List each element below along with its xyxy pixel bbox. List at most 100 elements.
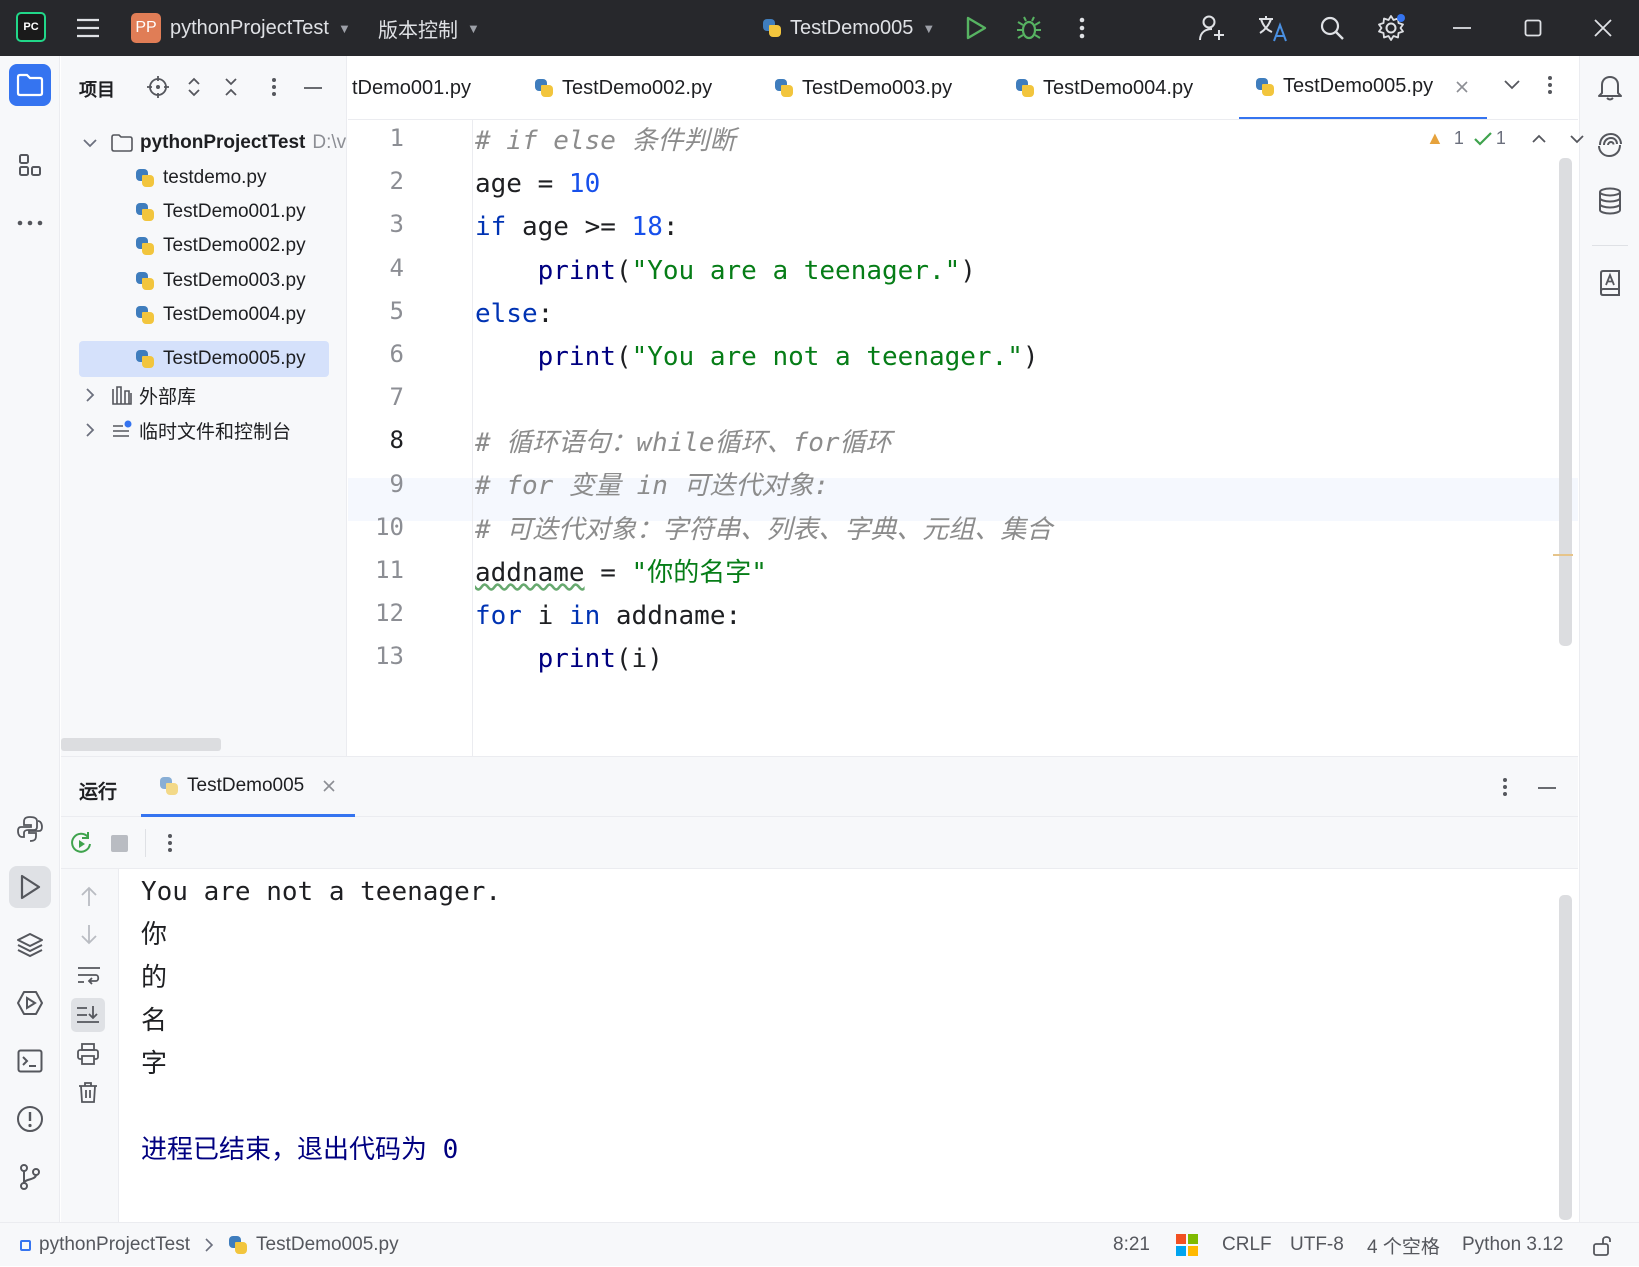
project-tool-button[interactable] xyxy=(9,64,51,106)
caret-position[interactable]: 8:21 xyxy=(1113,1223,1150,1267)
console-scrollbar[interactable] xyxy=(1559,895,1572,1220)
panel-options-icon[interactable] xyxy=(271,77,277,97)
notifications-bell-icon[interactable] xyxy=(1589,66,1631,108)
line-number: 13 xyxy=(375,642,404,671)
tree-file-selected[interactable]: TestDemo005.py xyxy=(135,341,306,377)
maximize-window-icon[interactable] xyxy=(1519,14,1547,42)
pycharm-logo-icon[interactable]: PC xyxy=(16,12,46,42)
tree-file[interactable]: testdemo.py xyxy=(135,160,267,196)
rerun-icon[interactable] xyxy=(69,831,93,855)
chevron-down-icon[interactable] xyxy=(1570,134,1584,144)
close-window-icon[interactable] xyxy=(1589,14,1617,42)
hide-run-panel-icon[interactable] xyxy=(1537,786,1557,790)
collapse-all-icon[interactable] xyxy=(224,76,238,98)
run-options-icon[interactable] xyxy=(1502,777,1508,797)
indent-setting[interactable]: 4 个空格 xyxy=(1367,1223,1440,1267)
console-output[interactable]: You are not a teenager. 你 的 名 字 进程已结束，退出… xyxy=(141,869,1561,1222)
code-identifier: addname xyxy=(475,558,585,588)
editor-tab[interactable]: TestDemo002.py xyxy=(534,56,712,119)
tabs-options-icon[interactable] xyxy=(1547,75,1553,95)
documentation-icon[interactable] xyxy=(1589,262,1631,304)
editor-tab[interactable]: TestDemo004.py xyxy=(1015,56,1194,119)
debug-button[interactable] xyxy=(1015,14,1043,42)
tree-root-project[interactable]: pythonProjectTest D:\v xyxy=(83,125,346,161)
project-switcher[interactable]: PP pythonProjectTest ▼ xyxy=(131,0,351,56)
editor-tab[interactable]: tDemo001.py xyxy=(352,56,471,119)
add-user-icon[interactable] xyxy=(1198,14,1226,42)
error-stripe-marker[interactable] xyxy=(1553,554,1573,556)
tree-file[interactable]: TestDemo001.py xyxy=(135,194,306,230)
run-panel-header: 运行 TestDemo005 xyxy=(61,757,1578,817)
search-icon[interactable] xyxy=(1318,14,1346,42)
horizontal-scrollbar[interactable] xyxy=(61,738,221,751)
git-tool-icon[interactable] xyxy=(9,1156,51,1198)
scroll-down-icon[interactable] xyxy=(80,924,98,946)
folder-icon xyxy=(111,134,133,152)
line-ending[interactable]: CRLF xyxy=(1222,1223,1272,1267)
ai-assistant-icon[interactable] xyxy=(1589,124,1631,166)
title-bar: PC PP pythonProjectTest ▼ 版本控制 ▼ TestDem… xyxy=(0,0,1639,56)
editor-tab[interactable]: TestDemo003.py xyxy=(774,56,952,119)
inspection-widget[interactable]: ▲ 1 1 xyxy=(1426,128,1584,149)
services-tool-icon[interactable] xyxy=(9,982,51,1024)
terminal-tool-icon[interactable] xyxy=(9,1040,51,1082)
problems-tool-icon[interactable] xyxy=(9,1098,51,1140)
run-tab[interactable]: TestDemo005 xyxy=(141,757,355,817)
run-tool-button[interactable] xyxy=(9,866,51,908)
main-menu-icon[interactable] xyxy=(74,14,102,42)
clear-trash-icon[interactable] xyxy=(78,1081,98,1103)
run-toolbar-more-icon[interactable] xyxy=(167,833,173,853)
close-tab-icon[interactable] xyxy=(322,779,336,793)
read-only-lock-icon[interactable] xyxy=(1592,1223,1612,1267)
scroll-to-end-button[interactable] xyxy=(71,998,105,1032)
code-comment: # 循环语句：while循环、for循环 xyxy=(475,428,892,458)
tab-label: TestDemo004.py xyxy=(1043,76,1194,99)
run-config-selector[interactable]: TestDemo005 ▼ xyxy=(762,0,935,56)
minimize-window-icon[interactable] xyxy=(1448,14,1476,42)
vcs-menu[interactable]: 版本控制 ▼ xyxy=(378,0,480,56)
stop-icon[interactable] xyxy=(111,835,128,852)
console-line: 你 xyxy=(141,920,168,950)
more-actions-icon[interactable] xyxy=(1068,14,1096,42)
locate-file-icon[interactable] xyxy=(147,76,169,98)
code-builtin: print xyxy=(537,256,616,286)
close-tab-icon[interactable] xyxy=(1455,80,1469,94)
more-tools-icon[interactable] xyxy=(9,202,51,244)
hide-panel-icon[interactable] xyxy=(303,86,323,90)
tab-label: TestDemo005.py xyxy=(1283,75,1434,97)
code-line: # 可迭代对象：字符串、列表、字典、元组、集合 xyxy=(475,509,1052,552)
expand-all-icon[interactable] xyxy=(187,76,201,98)
python-file-icon xyxy=(135,168,155,188)
code-string: "You are not a teenager." xyxy=(631,342,1023,372)
run-button[interactable] xyxy=(962,14,990,42)
python-file-icon xyxy=(1255,77,1275,97)
translate-icon[interactable] xyxy=(1257,14,1289,42)
soft-wrap-icon[interactable] xyxy=(77,965,101,985)
tree-file[interactable]: TestDemo004.py xyxy=(135,297,306,333)
breadcrumb-file: TestDemo005.py xyxy=(256,1234,399,1255)
windows-logo-icon[interactable] xyxy=(1176,1223,1198,1267)
settings-gear-icon[interactable] xyxy=(1377,14,1405,42)
structure-tool-icon[interactable] xyxy=(9,144,51,186)
file-encoding[interactable]: UTF-8 xyxy=(1290,1223,1344,1267)
tabs-dropdown-icon[interactable] xyxy=(1504,80,1520,90)
python-interpreter[interactable]: Python 3.12 xyxy=(1462,1223,1563,1267)
editor-tab-active[interactable]: TestDemo005.py xyxy=(1239,56,1488,119)
scroll-up-icon[interactable] xyxy=(80,885,98,907)
breadcrumb[interactable]: pythonProjectTest TestDemo005.py xyxy=(20,1223,399,1267)
line-number: 7 xyxy=(389,383,404,412)
file-name: TestDemo005.py xyxy=(163,348,306,369)
chevron-up-icon[interactable] xyxy=(1532,134,1546,144)
file-name: TestDemo001.py xyxy=(163,201,306,222)
code-area[interactable]: # if else 条件判断 age = 10 if age >= 18: pr… xyxy=(475,120,1565,756)
python-console-icon[interactable] xyxy=(9,808,51,850)
tree-node-external-libraries[interactable]: 外部库 xyxy=(85,377,196,413)
print-icon[interactable] xyxy=(77,1043,99,1065)
python-file-icon xyxy=(135,305,155,325)
tree-file[interactable]: TestDemo003.py xyxy=(135,263,306,299)
tree-file[interactable]: TestDemo002.py xyxy=(135,228,306,264)
layers-tool-icon[interactable] xyxy=(9,924,51,966)
editor-vertical-scrollbar[interactable] xyxy=(1559,158,1572,646)
tree-node-scratches[interactable]: 临时文件和控制台 xyxy=(85,412,291,448)
database-icon[interactable] xyxy=(1589,180,1631,222)
